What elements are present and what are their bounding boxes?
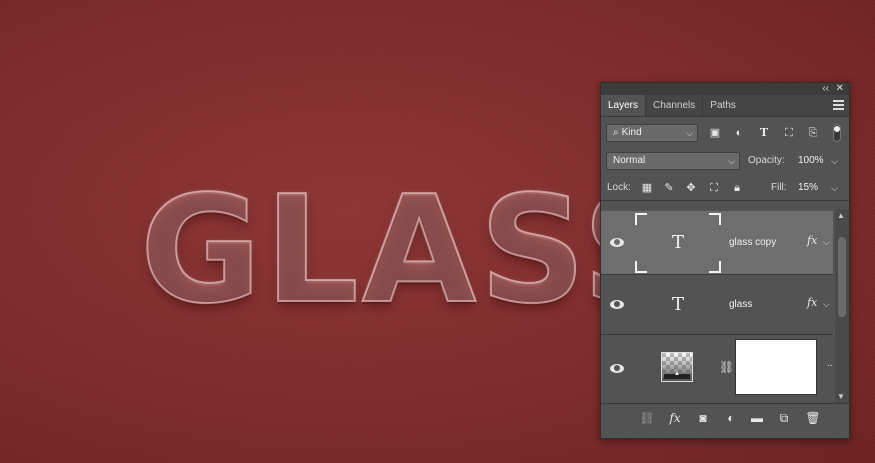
filter-toggle-icon[interactable]	[833, 124, 841, 142]
type-layer-icon: T	[671, 294, 684, 315]
blend-row: Normal ⌵ Opacity: 100% ⌵	[601, 149, 849, 173]
more-indicator: ..	[827, 358, 833, 369]
scroll-down-icon[interactable]: ▼	[837, 392, 845, 401]
layers-bottom-toolbar: ⛓ fx ◙ ◐ ▬ ⧉ 🗑︎	[601, 403, 849, 433]
layer-effects-icon[interactable]: fx	[807, 234, 817, 247]
shape-filter-icon[interactable]: ⛶	[781, 126, 797, 140]
lock-transparent-pixels-icon[interactable]: ▦	[639, 181, 655, 195]
adjustment-filter-icon[interactable]: ◐	[731, 126, 747, 140]
selection-corner	[635, 261, 647, 273]
search-icon: ⌕	[613, 127, 619, 138]
visibility-eye-icon[interactable]	[610, 238, 624, 247]
fill-field[interactable]: 15% ⌵	[791, 179, 843, 197]
chevron-down-icon: ⌵	[831, 156, 838, 166]
lock-image-pixels-icon[interactable]: ✎	[661, 181, 677, 195]
tab-channels[interactable]: Channels	[646, 95, 702, 116]
layer-name[interactable]: glass copy	[729, 237, 776, 248]
filter-row: ⌕ Kind ⌵ ▣ ◐ T ⛶ ⎘	[601, 121, 849, 145]
panel-title-bar[interactable]: ‹‹ ✕	[601, 83, 849, 95]
canvas-glass-text: GLASS	[140, 176, 600, 316]
add-mask-icon[interactable]: ◙	[695, 411, 711, 425]
filter-kind-label: Kind	[621, 127, 642, 138]
lock-all-icon[interactable]: 🔒︎	[729, 181, 745, 195]
layers-list: T glass copy fx ⌵ T glass fx ⌵ ▲ ⛓ .. ▲ …	[601, 209, 849, 403]
fill-value: 15%	[798, 182, 819, 193]
collapse-panel-icon[interactable]: ‹‹	[822, 83, 829, 95]
lock-position-icon[interactable]: ✥	[683, 181, 699, 195]
delete-layer-icon[interactable]: 🗑︎	[805, 411, 821, 425]
image-filter-icon[interactable]: ▣	[707, 126, 723, 140]
add-layer-style-icon[interactable]: fx	[667, 411, 683, 425]
scroll-up-icon[interactable]: ▲	[837, 211, 845, 220]
tab-paths[interactable]: Paths	[703, 95, 743, 116]
panel-menu-icon[interactable]	[833, 100, 844, 110]
layer-name[interactable]: glass	[729, 299, 752, 310]
visibility-eye-icon[interactable]	[610, 364, 624, 373]
layers-panel: ‹‹ ✕ Layers Channels Paths ⌕ Kind ⌵ ▣ ◐ T…	[600, 82, 850, 439]
opacity-field[interactable]: 100% ⌵	[791, 152, 843, 170]
fill-label: Fill:	[771, 182, 787, 193]
smart-object-filter-icon[interactable]: ⎘	[805, 126, 821, 140]
new-group-icon[interactable]: ▬	[749, 411, 765, 425]
panel-tabs: Layers Channels Paths	[601, 95, 849, 117]
link-icon[interactable]: ⛓	[719, 360, 734, 374]
lock-label: Lock:	[607, 182, 631, 193]
selection-corner	[635, 213, 647, 225]
blend-mode-value: Normal	[613, 155, 646, 166]
blend-mode-dropdown[interactable]: Normal ⌵	[606, 152, 740, 170]
layer-row-adjustment[interactable]: ▲ ⛓ ..	[601, 336, 833, 402]
layer-mask-thumbnail[interactable]	[735, 339, 817, 395]
close-panel-icon[interactable]: ✕	[836, 83, 844, 95]
chevron-down-icon[interactable]: ⌵	[823, 299, 830, 310]
layer-effects-icon[interactable]: fx	[807, 296, 817, 309]
chevron-down-icon: ⌵	[831, 183, 838, 193]
filter-kind-dropdown[interactable]: ⌕ Kind ⌵	[606, 124, 698, 142]
link-layers-icon[interactable]: ⛓	[639, 411, 655, 425]
lock-artboard-icon[interactable]: ⛶	[706, 181, 722, 195]
chevron-down-icon: ⌵	[686, 128, 693, 138]
type-layer-icon: T	[671, 232, 684, 253]
selection-corner	[709, 213, 721, 225]
layers-scrollbar[interactable]: ▲ ▼	[835, 209, 849, 403]
scrollbar-thumb[interactable]	[838, 237, 846, 317]
visibility-eye-icon[interactable]	[610, 300, 624, 309]
tab-layers[interactable]: Layers	[601, 95, 646, 116]
adjustment-layer-icon[interactable]: ▲	[661, 352, 693, 382]
new-adjustment-layer-icon[interactable]: ◐	[723, 411, 739, 425]
opacity-label: Opacity:	[748, 155, 785, 166]
text-layer-thumbnail[interactable]: T	[635, 275, 721, 335]
text-layer-thumbnail[interactable]: T	[635, 213, 721, 273]
new-layer-icon[interactable]: ⧉	[776, 411, 792, 425]
layer-row-glass-copy[interactable]: T glass copy fx ⌵	[601, 211, 833, 275]
selection-corner	[709, 261, 721, 273]
opacity-value: 100%	[798, 155, 824, 166]
layer-row-glass[interactable]: T glass fx ⌵	[601, 275, 833, 335]
type-filter-icon[interactable]: T	[756, 126, 772, 140]
lock-row: Lock: ▦ ✎ ✥ ⛶ 🔒︎ Fill: 15% ⌵	[601, 177, 849, 201]
chevron-down-icon: ⌵	[728, 156, 735, 166]
chevron-down-icon[interactable]: ⌵	[823, 237, 830, 248]
